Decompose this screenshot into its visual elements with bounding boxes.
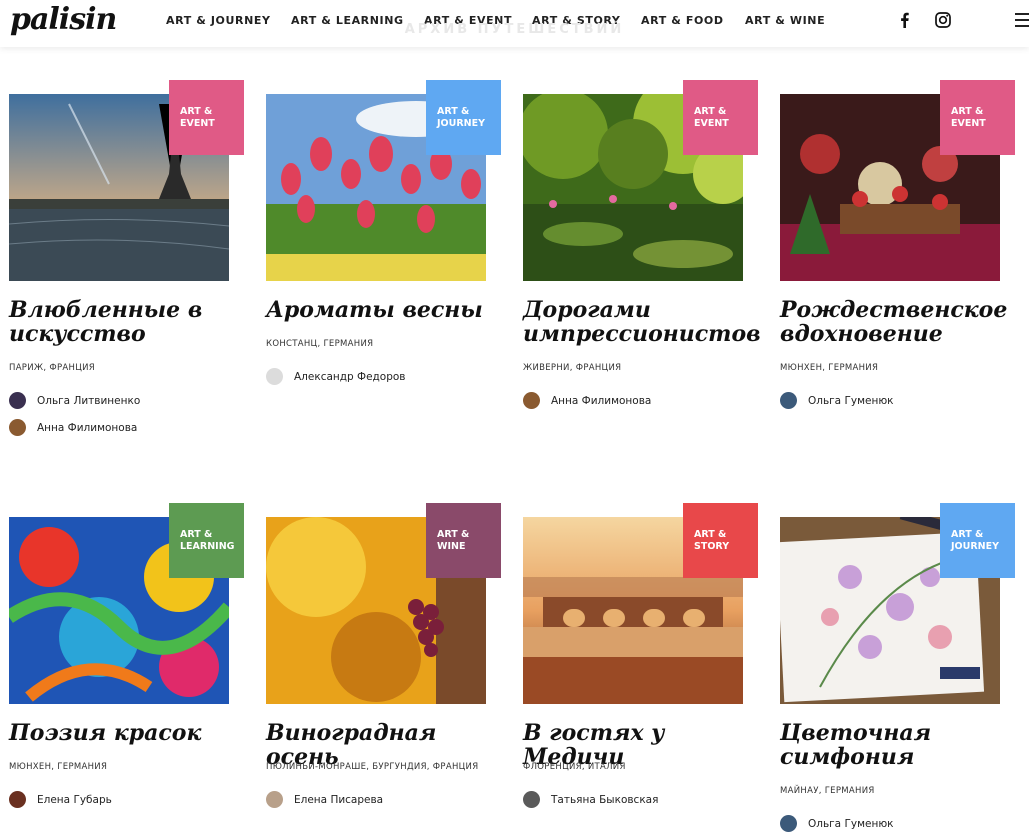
article-location: ПЮЛИНЬИ-МОНРАШЕ, БУРГУНДИЯ, ФРАНЦИЯ — [266, 762, 479, 772]
category-badge[interactable]: ART & EVENT — [683, 80, 758, 155]
avatar — [266, 368, 283, 385]
author[interactable]: Елена Губарь — [9, 791, 259, 809]
avatar — [9, 791, 26, 808]
avatar — [780, 392, 797, 409]
article-title[interactable]: Рождественское вдохновение — [780, 298, 1029, 346]
avatar — [780, 815, 797, 832]
article-title[interactable]: Дорогами импрессионистов — [523, 298, 773, 346]
category-badge[interactable]: ART & STORY — [683, 503, 758, 578]
author-name[interactable]: Ольга Гуменюк — [808, 395, 894, 407]
author[interactable]: Татьяна Быковская — [523, 791, 773, 809]
category-badge[interactable]: ART & LEARNING — [169, 503, 244, 578]
author[interactable]: Ольга Гуменюк — [780, 815, 1029, 833]
category-badge[interactable]: ART & EVENT — [169, 80, 244, 155]
article-location: ПАРИЖ, ФРАНЦИЯ — [9, 363, 95, 373]
article-title[interactable]: Цветочная симфония — [780, 721, 1029, 769]
avatar — [266, 791, 283, 808]
author[interactable]: Ольга Гуменюк — [780, 392, 1029, 410]
author-name[interactable]: Анна Филимонова — [37, 422, 137, 434]
archive-title: АРХИВ ПУТЕШЕСТВИЙ — [404, 22, 625, 37]
author[interactable]: Елена Писарева — [266, 791, 516, 809]
category-badge[interactable]: ART & EVENT — [940, 80, 1015, 155]
category-badge[interactable]: ART & WINE — [426, 503, 501, 578]
author-name[interactable]: Александр Федоров — [294, 371, 406, 383]
article-location: МЮНХЕН, ГЕРМАНИЯ — [780, 363, 879, 373]
article-location: ЖИВЕРНИ, ФРАНЦИЯ — [523, 363, 622, 373]
avatar — [523, 791, 540, 808]
article-location: МАЙНАУ, ГЕРМАНИЯ — [780, 786, 875, 796]
category-badge[interactable]: ART & JOURNEY — [940, 503, 1015, 578]
avatar — [523, 392, 540, 409]
author[interactable]: Александр Федоров — [266, 368, 516, 386]
author[interactable]: Анна Филимонова — [523, 392, 773, 410]
author-name[interactable]: Татьяна Быковская — [551, 794, 658, 806]
author[interactable]: Анна Филимонова — [9, 419, 259, 437]
avatar — [9, 392, 26, 409]
author-name[interactable]: Елена Губарь — [37, 794, 112, 806]
article-location: КОНСТАНЦ, ГЕРМАНИЯ — [266, 339, 374, 349]
category-badge[interactable]: ART & JOURNEY — [426, 80, 501, 155]
article-title[interactable]: Влюбленные в искусство — [9, 298, 259, 346]
article-title[interactable]: Ароматы весны — [266, 298, 516, 322]
author-name[interactable]: Анна Филимонова — [551, 395, 651, 407]
article-location: МЮНХЕН, ГЕРМАНИЯ — [9, 762, 108, 772]
author-name[interactable]: Ольга Литвиненко — [37, 395, 140, 407]
author-name[interactable]: Ольга Гуменюк — [808, 818, 894, 830]
author-name[interactable]: Елена Писарева — [294, 794, 383, 806]
avatar — [9, 419, 26, 436]
author[interactable]: Ольга Литвиненко — [9, 392, 259, 410]
article-location: ФЛОРЕНЦИЯ, ИТАЛИЯ — [523, 762, 626, 772]
article-title[interactable]: Поэзия красок — [9, 721, 259, 745]
